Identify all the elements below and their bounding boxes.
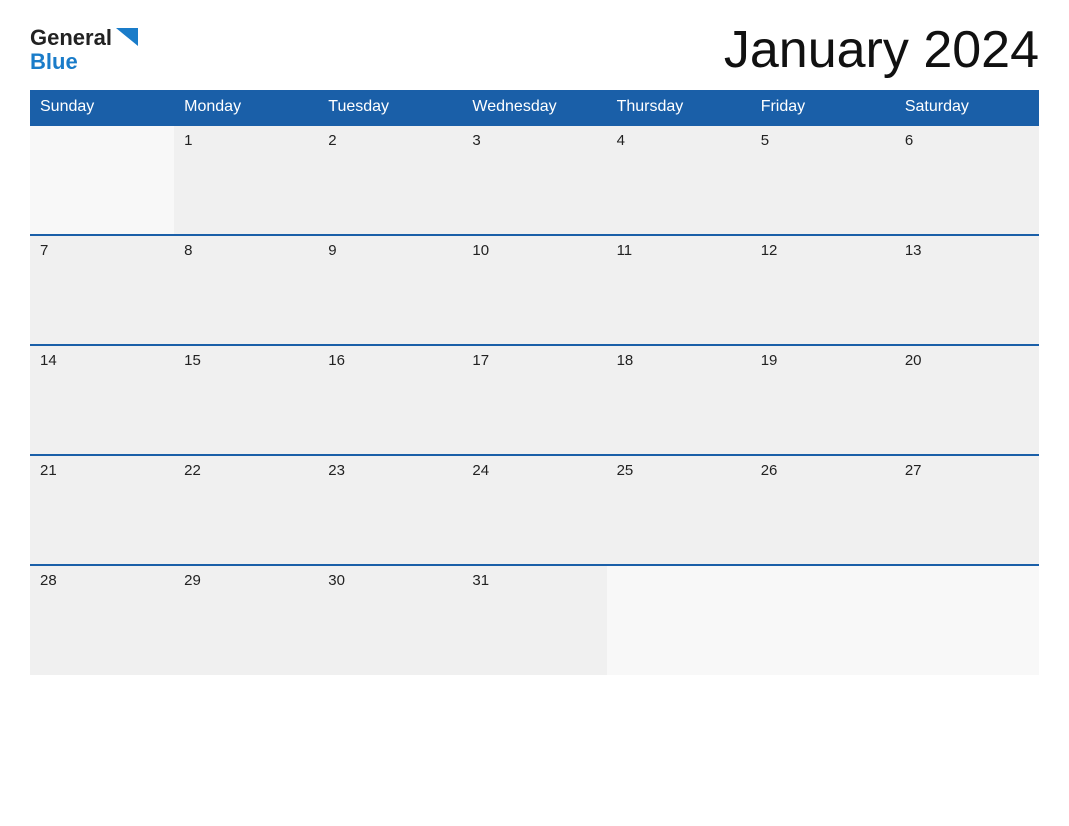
calendar-cell: 3 [462,125,606,235]
day-number: 22 [184,462,201,479]
day-number: 15 [184,352,201,369]
calendar-cell: 10 [462,235,606,345]
header-sunday: Sunday [30,90,174,125]
day-number: 20 [905,352,922,369]
calendar-cell: 19 [751,345,895,455]
calendar-cell: 28 [30,565,174,675]
calendar-cell: 15 [174,345,318,455]
calendar-cell: 7 [30,235,174,345]
day-number: 13 [905,242,922,259]
day-number: 11 [617,242,633,259]
calendar-cell: 13 [895,235,1039,345]
calendar-cell: 30 [318,565,462,675]
header-monday: Monday [174,90,318,125]
day-number: 5 [761,132,769,149]
day-number: 16 [328,352,345,369]
day-number: 23 [328,462,345,479]
header-friday: Friday [751,90,895,125]
calendar-week-3: 14 15 16 17 18 19 20 [30,345,1039,455]
day-number: 17 [472,352,489,369]
day-number: 27 [905,462,922,479]
calendar-cell: 31 [462,565,606,675]
calendar-cell [895,565,1039,675]
logo-general-text: General [30,26,112,50]
calendar-cell: 21 [30,455,174,565]
day-number: 12 [761,242,778,259]
calendar-cell: 4 [607,125,751,235]
calendar-cell: 17 [462,345,606,455]
calendar-week-2: 7 8 9 10 11 12 13 [30,235,1039,345]
header-wednesday: Wednesday [462,90,606,125]
calendar-cell: 2 [318,125,462,235]
day-number: 31 [472,572,489,589]
calendar-body: 1234567891011121314151617181920212223242… [30,125,1039,675]
day-number: 19 [761,352,778,369]
calendar: Sunday Monday Tuesday Wednesday Thursday… [30,90,1039,675]
calendar-cell: 9 [318,235,462,345]
day-number: 8 [184,242,192,259]
calendar-header: Sunday Monday Tuesday Wednesday Thursday… [30,90,1039,125]
day-number: 25 [617,462,634,479]
calendar-cell: 24 [462,455,606,565]
calendar-cell: 8 [174,235,318,345]
day-number: 26 [761,462,778,479]
day-number: 10 [472,242,489,259]
logo-blue-text: Blue [30,49,78,74]
calendar-cell: 12 [751,235,895,345]
day-number: 28 [40,572,57,589]
logo: General Blue [30,26,138,74]
calendar-cell: 26 [751,455,895,565]
day-number: 9 [328,242,336,259]
header-row: Sunday Monday Tuesday Wednesday Thursday… [30,90,1039,125]
day-number: 3 [472,132,480,149]
calendar-cell [30,125,174,235]
day-number: 6 [905,132,913,149]
day-number: 2 [328,132,336,149]
calendar-cell: 25 [607,455,751,565]
day-number: 24 [472,462,489,479]
calendar-cell: 6 [895,125,1039,235]
day-number: 1 [184,132,192,149]
calendar-cell [751,565,895,675]
header: General Blue January 2024 [30,20,1039,80]
header-thursday: Thursday [607,90,751,125]
calendar-cell: 23 [318,455,462,565]
calendar-cell: 20 [895,345,1039,455]
calendar-cell: 22 [174,455,318,565]
day-number: 21 [40,462,57,479]
day-number: 18 [617,352,634,369]
calendar-cell [607,565,751,675]
day-number: 4 [617,132,625,149]
calendar-cell: 11 [607,235,751,345]
calendar-cell: 27 [895,455,1039,565]
calendar-cell: 18 [607,345,751,455]
calendar-week-4: 21 22 23 24 25 26 27 [30,455,1039,565]
calendar-week-1: 1 2 3 4 5 6 [30,125,1039,235]
header-saturday: Saturday [895,90,1039,125]
logo-triangle-icon [116,28,138,46]
calendar-cell: 29 [174,565,318,675]
page: General Blue January 2024 Sunday Monday … [0,0,1069,826]
calendar-cell: 5 [751,125,895,235]
month-title: January 2024 [724,20,1039,80]
day-number: 29 [184,572,201,589]
day-number: 30 [328,572,345,589]
day-number: 7 [40,242,48,259]
header-tuesday: Tuesday [318,90,462,125]
calendar-week-5: 28 29 30 31 [30,565,1039,675]
calendar-cell: 16 [318,345,462,455]
calendar-cell: 1 [174,125,318,235]
day-number: 14 [40,352,57,369]
calendar-cell: 14 [30,345,174,455]
